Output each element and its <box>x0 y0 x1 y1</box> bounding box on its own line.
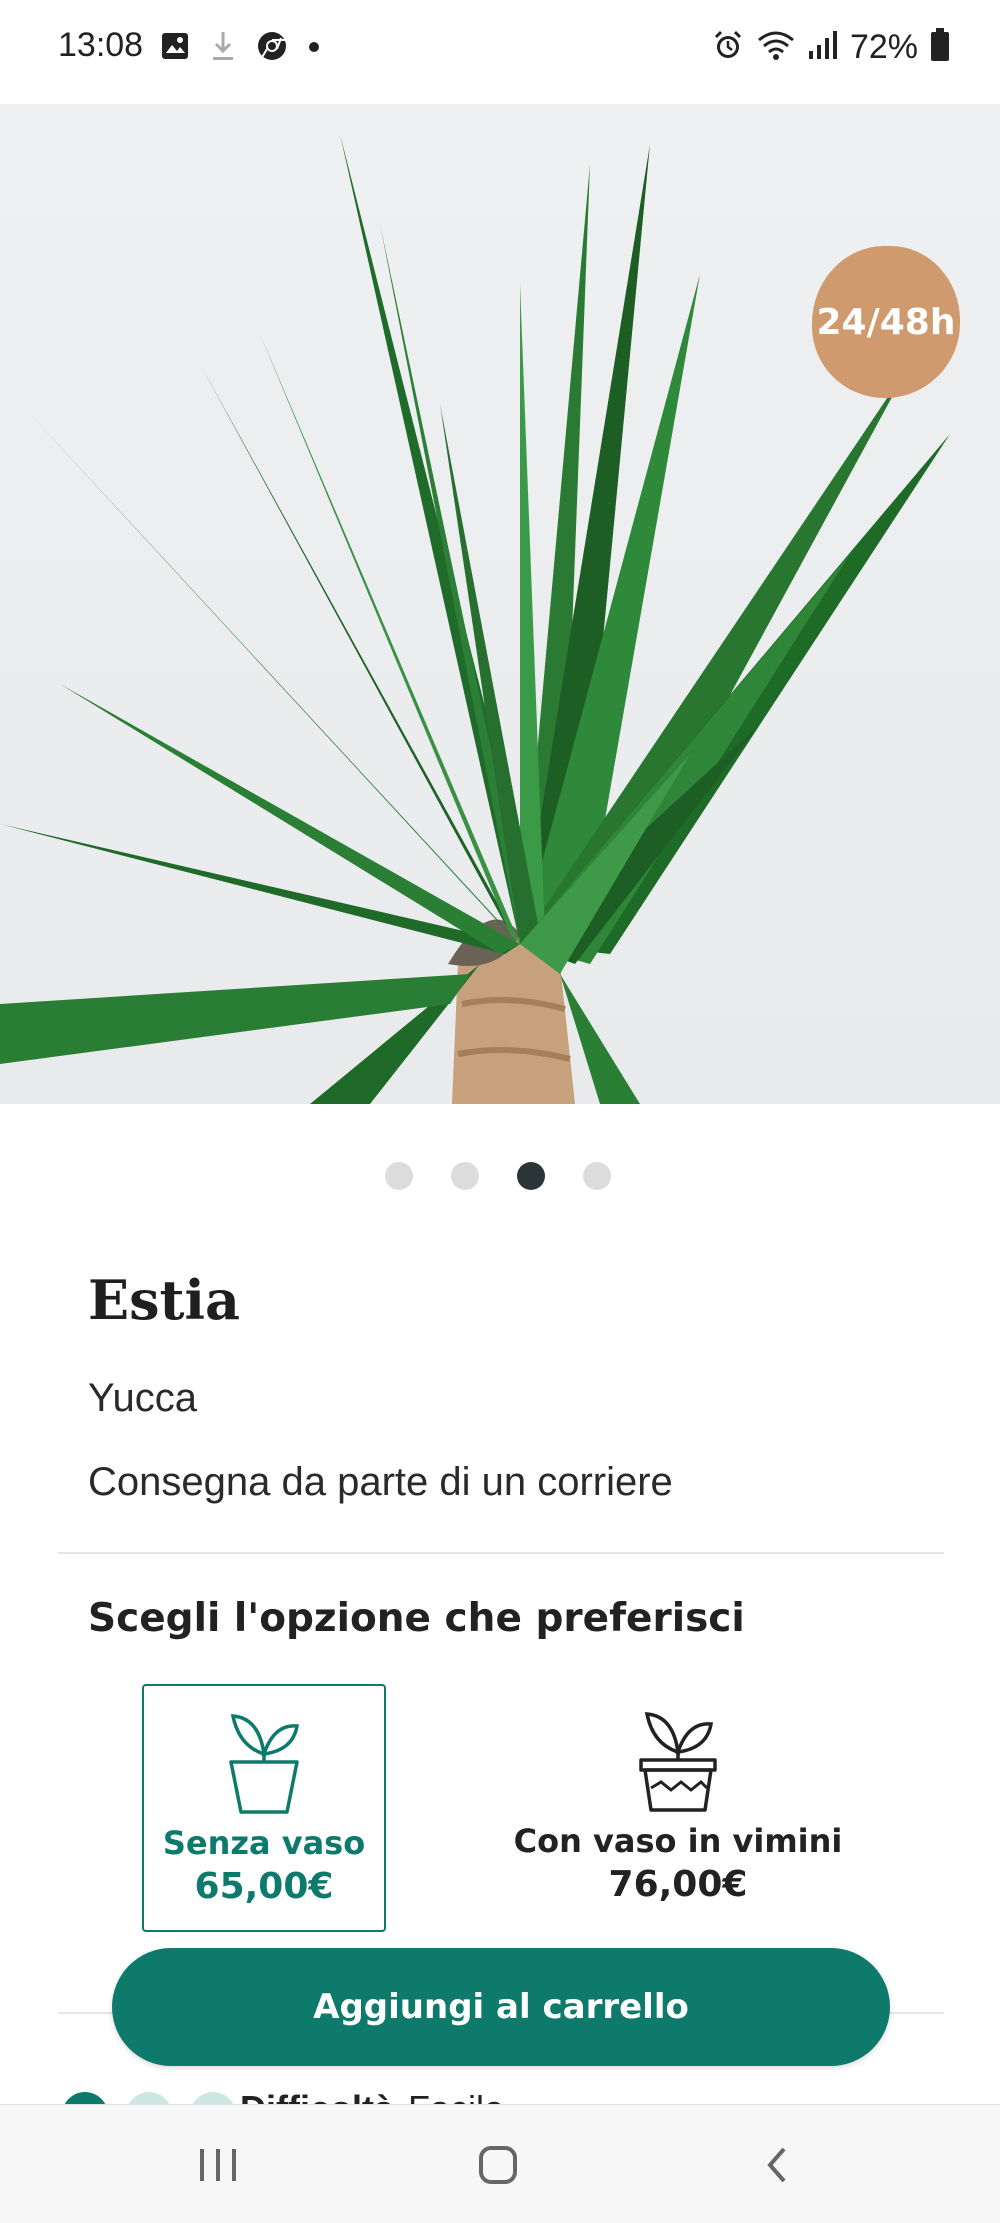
status-bar: 13:08 72% <box>0 0 1000 104</box>
home-icon[interactable] <box>468 2135 528 2195</box>
alarm-icon <box>712 29 744 66</box>
options-title: Scegli l'opzione che preferisci <box>88 1596 745 1641</box>
battery-icon <box>930 28 950 67</box>
chrome-icon <box>256 30 288 67</box>
option-price: 65,00€ <box>194 1866 334 1907</box>
status-time: 13:08 <box>58 26 144 64</box>
system-nav-bar <box>0 2104 1000 2223</box>
product-image[interactable]: 24/48h <box>0 104 1000 1104</box>
option-price: 76,00€ <box>608 1864 748 1905</box>
download-icon <box>210 30 236 67</box>
back-icon[interactable] <box>748 2135 808 2195</box>
option-label: Con vaso in vimini <box>513 1822 843 1860</box>
carousel-indicators <box>385 1162 611 1190</box>
carousel-dot-active[interactable] <box>517 1162 545 1190</box>
divider <box>58 1552 944 1554</box>
carousel-dot[interactable] <box>385 1162 413 1190</box>
option-label: Senza vaso <box>162 1824 366 1862</box>
plant-pot-icon <box>229 1714 300 1814</box>
wifi-icon <box>756 29 796 66</box>
product-species: Yucca <box>88 1376 197 1420</box>
signal-icon <box>808 29 838 66</box>
option-without-pot[interactable]: Senza vaso 65,00€ <box>142 1684 386 1932</box>
carousel-dot[interactable] <box>451 1162 479 1190</box>
status-left-icons <box>160 30 320 67</box>
add-to-cart-button[interactable]: Aggiungi al carrello <box>112 1948 890 2066</box>
status-right: 72% <box>712 28 950 67</box>
recent-apps-icon[interactable] <box>188 2135 248 2195</box>
delivery-info: Consegna da parte di un corriere <box>88 1460 673 1504</box>
delivery-time-badge: 24/48h <box>812 246 960 398</box>
image-icon <box>160 31 190 66</box>
product-name: Estia <box>88 1268 241 1332</box>
battery-percent: 72% <box>849 28 918 66</box>
carousel-dot[interactable] <box>583 1162 611 1190</box>
option-wicker-pot[interactable]: Con vaso in vimini 76,00€ <box>500 1684 856 1932</box>
dot-icon <box>308 40 320 58</box>
wicker-pot-plant-icon <box>639 1712 717 1812</box>
